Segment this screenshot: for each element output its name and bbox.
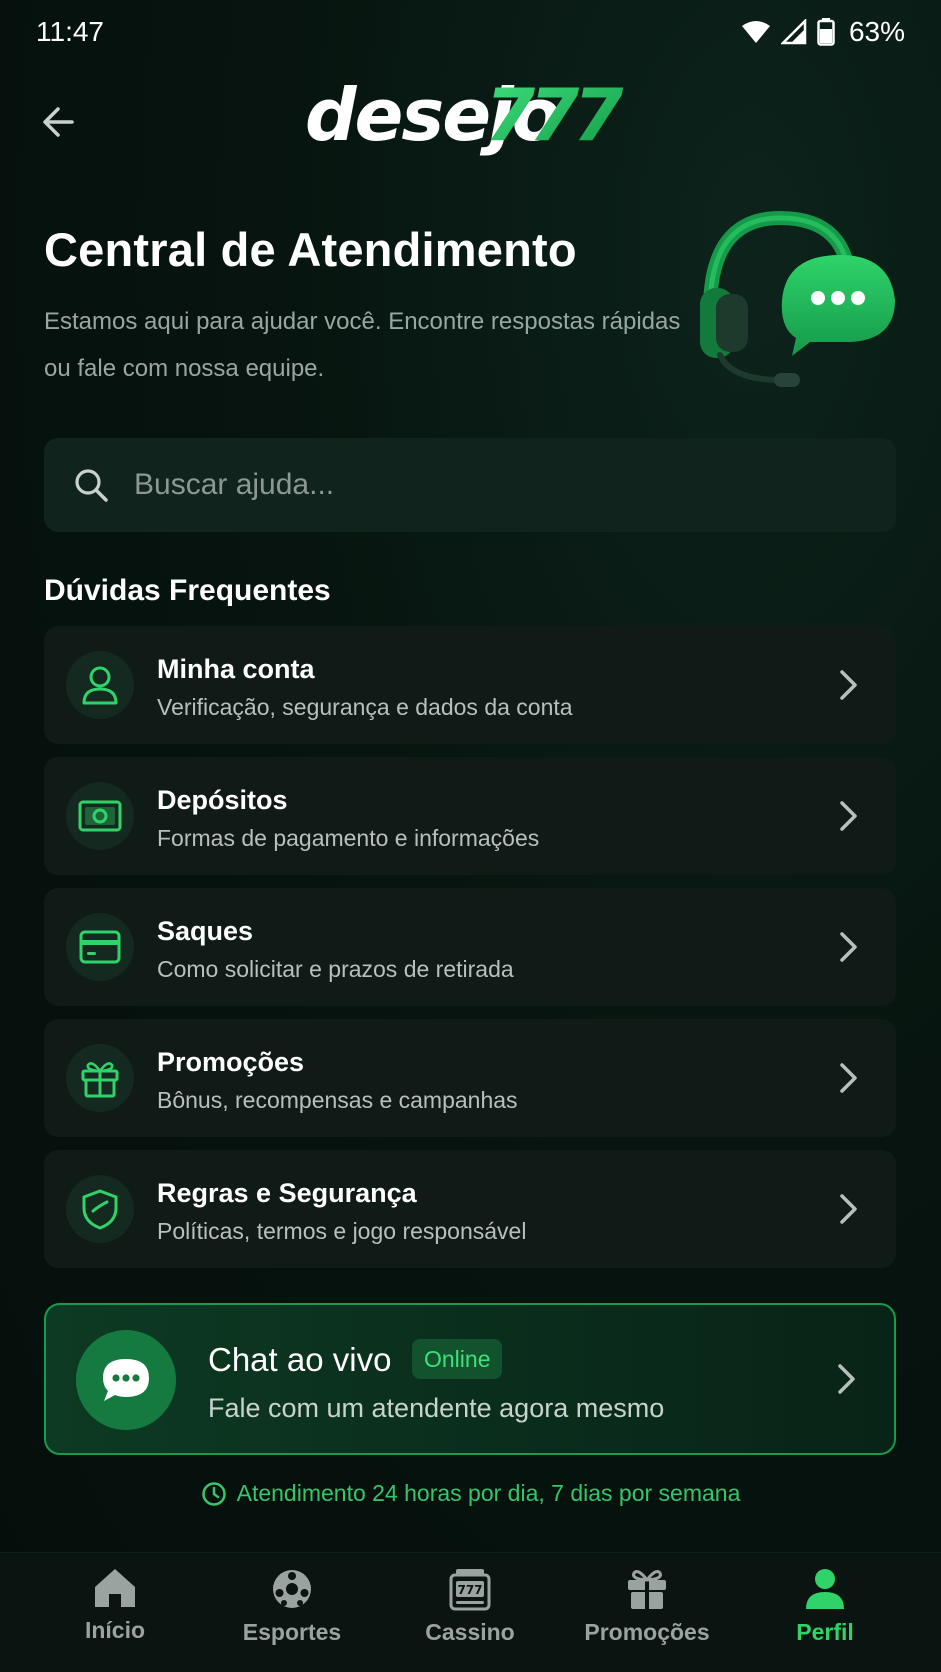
support-hours: Atendimento 24 horas por dia, 7 dias por… <box>0 1480 941 1507</box>
brand-logo: desejo 777 <box>305 82 629 157</box>
faq-item-deposits[interactable]: Depósitos Formas de pagamento e informaç… <box>44 757 896 875</box>
live-chat-card[interactable]: Chat ao vivo Online Fale com um atendent… <box>44 1303 896 1455</box>
online-status-badge: Online <box>412 1339 503 1379</box>
user-icon <box>82 666 118 705</box>
faq-description: Políticas, termos e jogo responsável <box>157 1218 527 1244</box>
faq-item-account[interactable]: Minha conta Verificação, segurança e dad… <box>44 626 896 744</box>
nav-label: Esportes <box>242 1619 342 1645</box>
chat-icon-circle <box>76 1330 176 1430</box>
cash-icon <box>78 800 122 832</box>
chevron-right-icon <box>840 1194 857 1224</box>
faq-list: Minha conta Verificação, segurança e dad… <box>44 626 896 1281</box>
search-icon <box>75 469 108 502</box>
faq-icon-circle <box>66 651 134 719</box>
faq-title: Minha conta <box>157 654 315 684</box>
faq-icon-circle <box>66 782 134 850</box>
help-center-screen: 11:47 63% desejo 777 Central de Atendime… <box>0 0 941 1672</box>
logo-number: 777 <box>485 82 623 157</box>
search-input[interactable] <box>134 468 834 502</box>
back-button[interactable] <box>38 100 82 144</box>
nav-label: Promoções <box>584 1619 710 1645</box>
battery-icon <box>817 18 835 46</box>
faq-description: Formas de pagamento e informações <box>157 825 540 851</box>
live-chat-title: Chat ao vivo <box>208 1341 392 1378</box>
page-title: Central de Atendimento <box>44 223 577 276</box>
home-icon <box>95 1569 135 1607</box>
nav-item-profile[interactable]: Perfil <box>735 1567 915 1646</box>
svg-text:777: 777 <box>457 1583 482 1597</box>
headset-chat-icon <box>700 210 895 387</box>
nav-item-promotions[interactable]: Promoções <box>557 1567 737 1646</box>
gift-icon <box>628 1570 666 1609</box>
faq-icon-circle <box>66 913 134 981</box>
profile-icon <box>806 1569 844 1609</box>
faq-icon-circle <box>66 1044 134 1112</box>
clock-icon <box>201 1481 226 1506</box>
battery-percent: 63% <box>848 16 905 47</box>
nav-label: Perfil <box>796 1619 854 1645</box>
faq-title: Promoções <box>157 1047 305 1077</box>
status-icons: 63% <box>741 16 905 48</box>
faq-icon-circle <box>66 1175 134 1243</box>
search-box[interactable] <box>44 438 896 532</box>
chevron-right-icon <box>840 801 857 831</box>
chat-bubble-icon <box>103 1359 149 1401</box>
nav-item-sports[interactable]: Esportes <box>202 1567 382 1646</box>
chevron-right-icon <box>840 1063 857 1093</box>
page-subtitle: Estamos aqui para ajudar você. Encontre … <box>44 308 681 382</box>
faq-heading: Dúvidas Frequentes <box>44 574 331 607</box>
card-icon <box>79 930 121 964</box>
status-time: 11:47 <box>36 16 104 47</box>
bottom-navigation: Início Esportes 777 Cassino Promoções Pe… <box>0 1552 941 1672</box>
nav-label: Cassino <box>425 1619 515 1645</box>
slot-machine-icon: 777 <box>449 1569 491 1611</box>
nav-item-home[interactable]: Início <box>25 1567 205 1644</box>
arrow-left-icon <box>43 107 74 137</box>
nav-item-casino[interactable]: 777 Cassino <box>380 1567 560 1646</box>
gift-icon <box>81 1062 119 1098</box>
status-bar: 11:47 63% <box>0 0 941 70</box>
chevron-right-icon <box>838 1364 855 1394</box>
wifi-icon <box>741 21 770 43</box>
live-chat-description: Fale com um atendente agora mesmo <box>208 1393 665 1423</box>
faq-title: Depósitos <box>157 785 288 815</box>
shield-icon <box>82 1189 118 1230</box>
faq-item-promotions[interactable]: Promoções Bônus, recompensas e campanhas <box>44 1019 896 1137</box>
nav-label: Início <box>84 1617 146 1643</box>
faq-item-withdrawals[interactable]: Saques Como solicitar e prazos de retira… <box>44 888 896 1006</box>
faq-title: Regras e Segurança <box>157 1178 417 1208</box>
soccer-ball-icon <box>273 1570 311 1608</box>
faq-description: Bônus, recompensas e campanhas <box>157 1087 518 1113</box>
faq-item-rules-security[interactable]: Regras e Segurança Políticas, termos e j… <box>44 1150 896 1268</box>
faq-description: Como solicitar e prazos de retirada <box>157 956 514 982</box>
chevron-right-icon <box>840 670 857 700</box>
signal-icon <box>780 19 807 45</box>
faq-title: Saques <box>157 916 254 946</box>
faq-description: Verificação, segurança e dados da conta <box>157 694 573 720</box>
support-hours-text: Atendimento 24 horas por dia, 7 dias por… <box>236 1480 741 1506</box>
chevron-right-icon <box>840 932 857 962</box>
